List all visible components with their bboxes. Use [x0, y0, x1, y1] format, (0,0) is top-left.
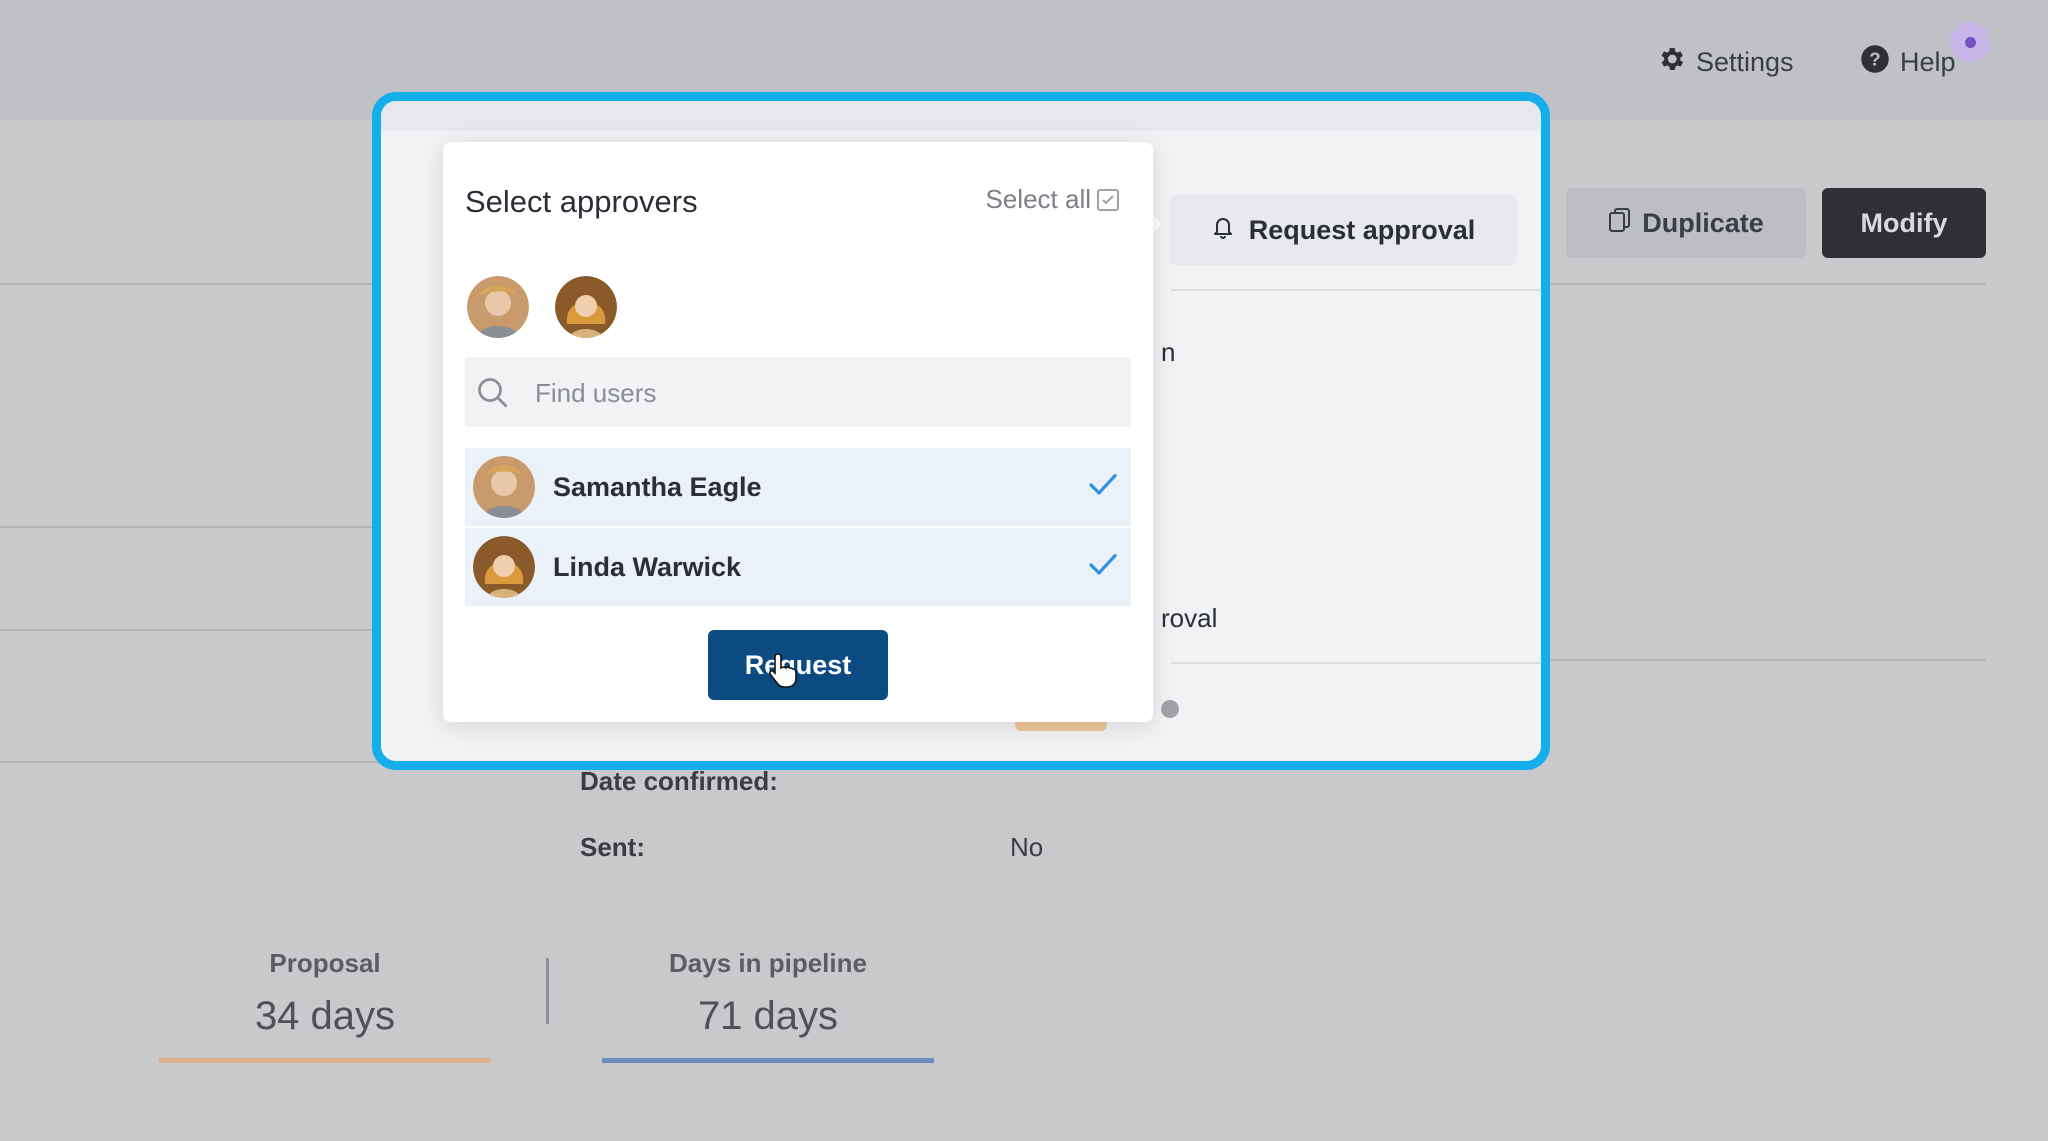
divider — [1530, 659, 1986, 661]
modify-label: Modify — [1860, 207, 1948, 238]
divider — [1171, 289, 1541, 291]
sent-label: Sent: — [580, 832, 645, 862]
find-users-input[interactable] — [533, 357, 1117, 429]
select-all-label: Select all — [985, 184, 1092, 214]
divider — [0, 629, 380, 631]
help-icon: ? — [1860, 44, 1890, 81]
avatar — [473, 456, 535, 518]
bell-icon — [1211, 214, 1235, 247]
divider — [0, 283, 380, 285]
divider — [1171, 662, 1541, 664]
settings-link[interactable]: Settings — [1656, 44, 1794, 81]
popover-title: Select approvers — [465, 184, 698, 219]
avatar[interactable] — [555, 276, 617, 338]
user-name: Samantha Eagle — [553, 471, 762, 502]
check-icon — [1087, 549, 1119, 586]
divider — [1530, 283, 1986, 285]
frame-top-band — [381, 101, 1541, 131]
request-approval-button[interactable]: Request approval — [1169, 195, 1517, 265]
duplicate-label: Duplicate — [1642, 207, 1764, 238]
divider — [0, 526, 380, 528]
user-name: Linda Warwick — [553, 551, 742, 582]
settings-label: Settings — [1696, 47, 1794, 77]
stat-value-proposal: 34 days — [254, 994, 396, 1038]
duplicate-button[interactable]: Duplicate — [1566, 188, 1806, 258]
user-row-linda-warwick[interactable]: Linda Warwick — [465, 528, 1131, 606]
help-link[interactable]: ? Help — [1860, 44, 1956, 81]
copy-icon — [1608, 207, 1632, 240]
user-row-samantha-eagle[interactable]: Samantha Eagle — [465, 448, 1131, 526]
stat-divider — [546, 958, 549, 1024]
select-approvers-popover: Select approvers Select all Samantha Eag… — [443, 142, 1153, 722]
check-icon — [1087, 469, 1119, 506]
help-label: Help — [1900, 47, 1956, 77]
status-dot — [1161, 700, 1179, 718]
request-button[interactable]: Request — [708, 630, 888, 700]
stat-bar-proposal — [159, 1058, 491, 1063]
stat-bar-pipeline — [602, 1058, 934, 1063]
hand-cursor-icon — [768, 652, 798, 693]
select-all-checkbox[interactable] — [1097, 188, 1119, 211]
request-label: Request — [744, 649, 852, 680]
request-approval-label: Request approval — [1248, 214, 1476, 245]
text-fragment: n — [1161, 337, 1176, 367]
find-users-search[interactable] — [465, 357, 1131, 429]
search-icon — [475, 375, 511, 416]
modify-button[interactable]: Modify — [1822, 188, 1986, 258]
notification-dot[interactable] — [1950, 22, 1990, 62]
text-fragment: roval — [1161, 603, 1218, 633]
divider — [0, 761, 380, 763]
gear-icon — [1656, 44, 1686, 81]
select-all-toggle[interactable]: Select all — [985, 184, 1119, 215]
avatar — [473, 536, 535, 598]
stat-label-pipeline: Days in pipeline — [669, 948, 867, 978]
svg-text:?: ? — [1869, 48, 1880, 69]
status-badge — [1015, 721, 1107, 731]
avatar[interactable] — [467, 276, 529, 338]
stat-value-pipeline: 71 days — [697, 994, 839, 1038]
stat-label-proposal: Proposal — [269, 948, 381, 978]
sent-value: No — [1010, 832, 1044, 862]
date-confirmed-label: Date confirmed: — [580, 766, 778, 796]
